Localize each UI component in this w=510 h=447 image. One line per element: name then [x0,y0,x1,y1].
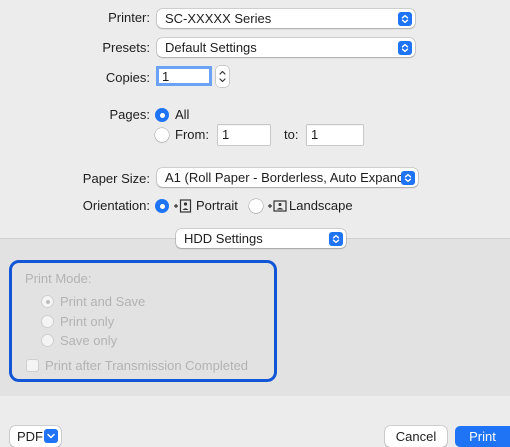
landscape-icon [267,199,287,216]
orientation-landscape-label: Landscape [289,198,353,213]
print-only-label: Print only [60,314,115,329]
orientation-portrait-label: Portrait [196,198,238,213]
pages-to-value: 1 [311,127,319,142]
printer-value: SC-XXXXX Series [165,11,272,26]
pages-from-label: From: [175,127,209,142]
section-popup[interactable]: HDD Settings [176,229,346,248]
chevron-updown-icon [329,231,343,246]
chevron-updown-icon [398,11,412,26]
pages-all-radio[interactable] [155,108,169,122]
print-label: Print [469,429,496,444]
copies-value: 1 [162,69,170,84]
paper-size-value: A1 (Roll Paper - Borderless, Auto Expand… [165,170,416,185]
pages-from-field[interactable]: 1 [218,125,270,145]
orientation-portrait-radio[interactable] [155,199,169,213]
presets-label: Presets: [102,40,150,55]
section-popup-value: HDD Settings [184,231,263,246]
print-and-save-label: Print and Save [60,294,146,309]
copies-stepper[interactable] [216,66,229,87]
pages-to-field[interactable]: 1 [307,125,363,145]
cancel-label: Cancel [395,429,437,444]
chevron-down-icon [44,429,58,443]
paper-size-label: Paper Size: [82,171,150,186]
paper-size-popup[interactable]: A1 (Roll Paper - Borderless, Auto Expand… [157,168,418,187]
transmission-checkbox[interactable] [26,359,39,372]
pdf-menu-button[interactable]: PDF [10,426,61,447]
print-and-save-radio[interactable] [41,295,54,308]
print-only-radio[interactable] [41,315,54,328]
copies-label: Copies: [105,70,150,85]
cancel-button[interactable]: Cancel [385,426,447,447]
portrait-icon [173,199,193,216]
copies-field[interactable]: 1 [156,66,212,86]
print-mode-label: Print Mode: [25,271,92,286]
pages-from-value: 1 [222,127,230,142]
pages-all-label: All [175,107,190,122]
chevron-updown-icon [398,40,412,55]
pdf-label: PDF [17,429,43,444]
printer-label: Printer: [108,10,150,25]
stepper-arrows-icon [219,70,226,83]
save-only-label: Save only [60,333,118,348]
chevron-updown-icon [401,170,415,185]
orientation-landscape-radio[interactable] [249,199,263,213]
presets-popup[interactable]: Default Settings [157,38,415,57]
presets-value: Default Settings [165,40,257,55]
pages-label: Pages: [109,107,150,122]
print-button[interactable]: Print [455,426,510,447]
transmission-checkbox-label: Print after Transmission Completed [45,358,249,373]
printer-popup[interactable]: SC-XXXXX Series [157,9,415,28]
pages-from-radio[interactable] [155,128,169,142]
save-only-radio[interactable] [41,334,54,347]
pages-to-label: to: [284,127,299,142]
orientation-label: Orientation: [82,198,150,213]
